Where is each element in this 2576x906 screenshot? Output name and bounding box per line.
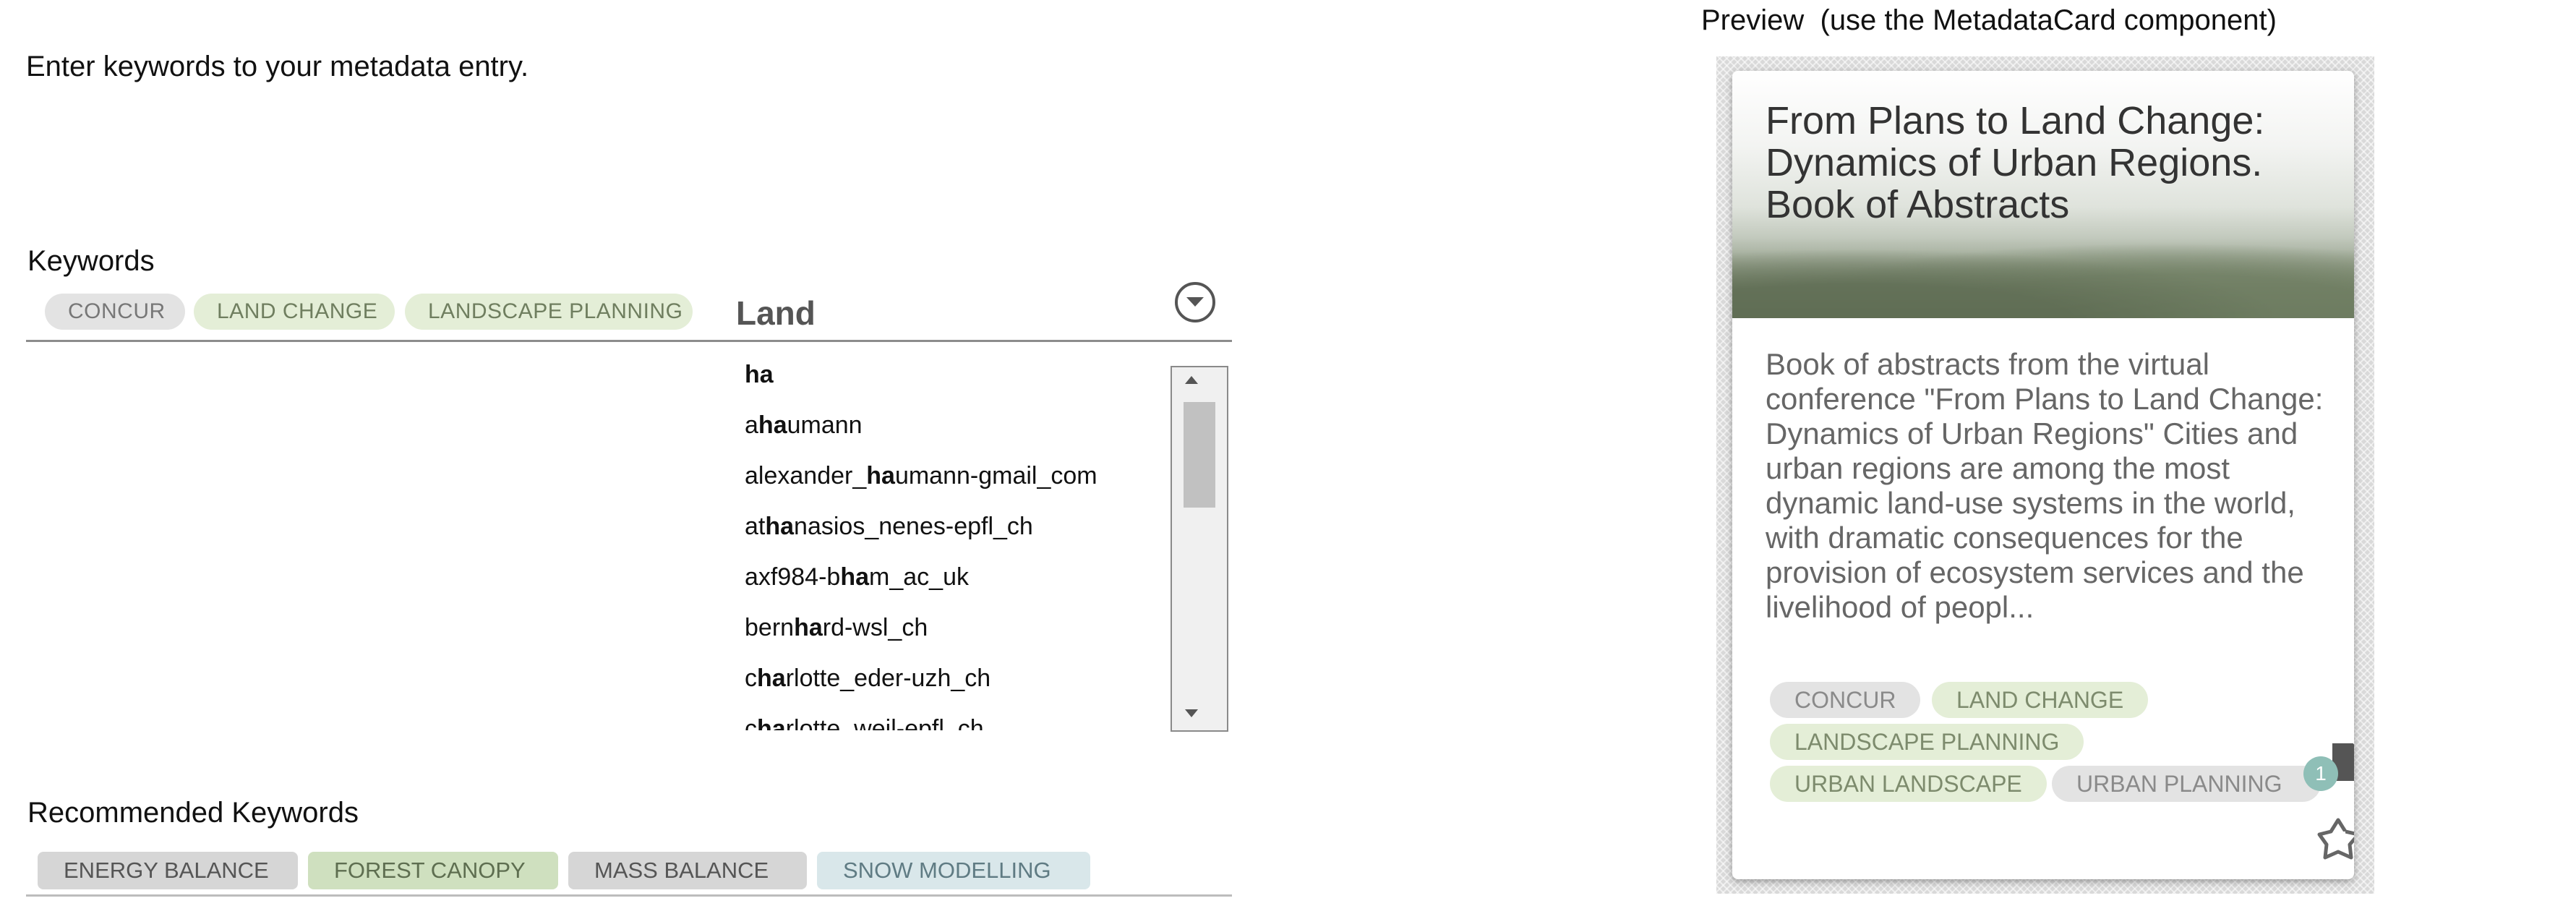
keywords-underline [26,340,1232,342]
suggestion-item[interactable]: charlotte_eder-uzh_ch [745,664,990,693]
suggestion-item[interactable]: alexander_haumann-gmail_com [745,461,1097,490]
suggestion-item[interactable]: axf984-bham_ac_uk [745,563,969,591]
recommended-underline [26,894,1232,897]
scroll-down-arrow-icon[interactable] [1185,709,1198,717]
recommended-keyword-chip[interactable]: SNOW MODELLING [817,852,1090,889]
metadata-card[interactable]: From Plans to Land Change: Dynamics of U… [1732,71,2354,879]
suggestion-item[interactable]: ahaumann [745,411,863,440]
share-icon[interactable] [2316,816,2354,862]
recommended-keyword-chip[interactable]: FOREST CANOPY [308,852,558,889]
keywords-label: Keywords [27,245,155,277]
card-title[interactable]: From Plans to Land Change: Dynamics of U… [1766,100,2337,226]
resource-count-badge: 1 [2303,756,2338,791]
selected-keyword-chip[interactable]: CONCUR [45,294,185,330]
recommended-keyword-chip[interactable]: ENERGY BALANCE [38,852,298,889]
suggestion-item[interactable]: athanasios_nenes-epfl_ch [745,512,1033,541]
selected-keyword-chip[interactable]: LAND CHANGE [194,294,395,330]
scroll-thumb[interactable] [1184,402,1215,508]
recommended-keywords-label: Recommended Keywords [27,797,359,829]
card-header-landscape [1732,237,2354,318]
card-keyword-chip: URBAN LANDSCAPE [1770,766,2047,802]
intro-text: Enter keywords to your metadata entry. [26,51,529,82]
selected-keyword-chip[interactable]: LANDSCAPE PLANNING [405,294,693,330]
suggestion-list[interactable]: ha ahaumann alexander_haumann-gmail_com … [730,356,1164,730]
preview-title: Preview (use the MetadataCard component) [1701,4,2277,36]
card-keyword-chip: LAND CHANGE [1932,682,2149,718]
card-keyword-chip: CONCUR [1770,682,1921,718]
suggestion-item[interactable]: ha [745,360,774,389]
recommended-keyword-chip[interactable]: MASS BALANCE [568,852,807,889]
suggestion-item[interactable]: bernhard-wsl_ch [745,613,928,642]
suggestion-item[interactable]: charlotte_weil-epfl_ch [745,714,984,730]
chevron-down-icon[interactable] [1175,282,1215,322]
keyword-search-input[interactable] [736,291,1141,336]
suggestion-scrollbar[interactable] [1171,366,1228,732]
card-keyword-chip: LANDSCAPE PLANNING [1770,724,2084,760]
scroll-up-arrow-icon[interactable] [1185,376,1198,384]
card-keyword-chip: URBAN PLANNING [2052,766,2321,802]
card-description: Book of abstracts from the virtual confe… [1766,347,2324,624]
